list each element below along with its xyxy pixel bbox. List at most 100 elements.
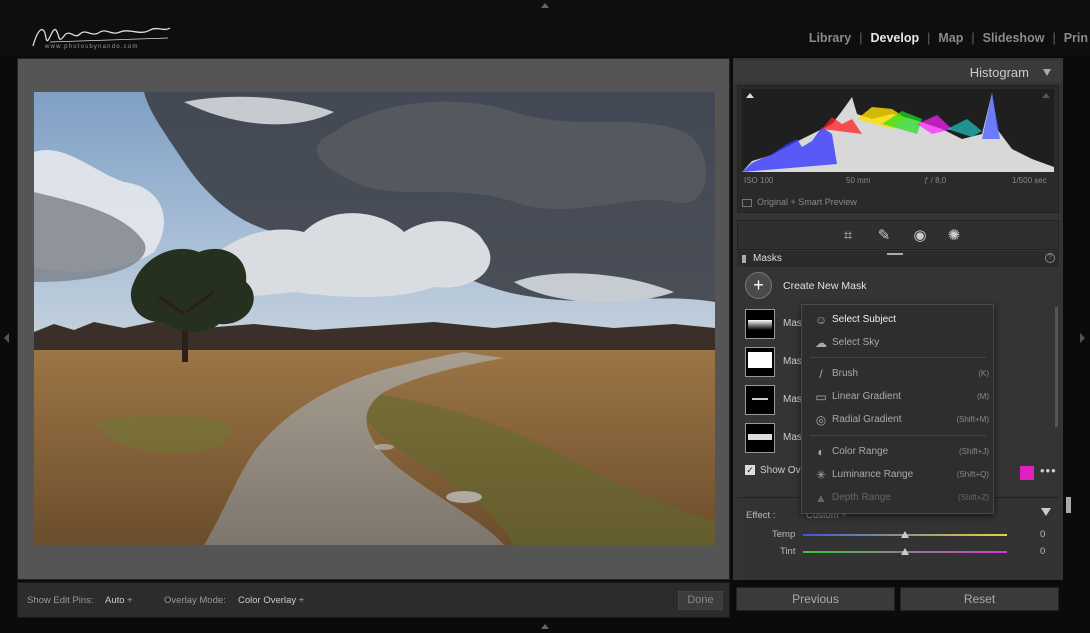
- menu-item-shortcut: (Shift+J): [958, 447, 989, 456]
- healing-icon[interactable]: ✎: [875, 227, 893, 245]
- lightroom-window: www.photosbynando.com Library | Develop …: [0, 0, 1090, 633]
- masking-icon[interactable]: ✺: [945, 227, 963, 245]
- person-icon: ☺: [814, 313, 828, 327]
- collapse-top-icon[interactable]: [541, 3, 549, 8]
- shutter-speed: 1/500 sec: [1012, 176, 1047, 185]
- brush-icon: /: [819, 367, 823, 381]
- reset-button[interactable]: Reset: [900, 587, 1059, 611]
- tint-slider-thumb[interactable]: [901, 548, 909, 555]
- module-slideshow[interactable]: Slideshow: [975, 31, 1053, 47]
- menu-item-select-sky[interactable]: ☁ Select Sky: [802, 333, 993, 353]
- menu-item-label: Color Range: [832, 446, 889, 457]
- panel-scrollbar-thumb[interactable]: [1066, 497, 1071, 513]
- done-button[interactable]: Done: [678, 591, 723, 610]
- menu-item-shortcut: (K): [978, 369, 989, 378]
- histogram-header[interactable]: Histogram: [733, 60, 1063, 82]
- add-mask-icon[interactable]: +: [745, 272, 772, 299]
- color-range-icon: ◐: [817, 445, 825, 459]
- menu-item-shortcut: (Shift+M): [956, 415, 989, 424]
- module-picker: Library | Develop | Map | Slideshow | Pr…: [801, 31, 1090, 47]
- menu-item-brush[interactable]: / Brush (K): [802, 364, 993, 384]
- panel-collapse-icon[interactable]: [1043, 69, 1051, 76]
- collapse-left-icon[interactable]: [4, 333, 9, 343]
- show-overlay-toggle[interactable]: ✓ Show Ove: [745, 465, 806, 476]
- mask-label[interactable]: Mas: [783, 356, 802, 367]
- menu-item-label: Select Subject: [832, 314, 896, 325]
- iso-value: ISO 100: [744, 176, 774, 185]
- menu-item-shortcut: (M): [977, 392, 989, 401]
- module-map[interactable]: Map: [930, 31, 971, 47]
- mask-label[interactable]: Mas: [783, 318, 802, 329]
- tint-label: Tint: [780, 546, 796, 557]
- photo-landscape[interactable]: [34, 92, 715, 545]
- histogram-title: Histogram: [969, 65, 1029, 80]
- linear-gradient-icon: ▭: [815, 390, 827, 404]
- temp-value[interactable]: 0: [1040, 529, 1045, 540]
- mask-label[interactable]: Mas: [783, 394, 802, 405]
- create-mask-menu: ☺ Select Subject ☁ Select Sky / Brush (K…: [801, 304, 994, 514]
- exif-info: ISO 100 50 mm ƒ / 8,0 1/500 sec: [742, 176, 1054, 188]
- menu-item-label: Radial Gradient: [832, 414, 902, 425]
- temp-slider-thumb[interactable]: [901, 531, 909, 538]
- menu-item-select-subject[interactable]: ☺ Select Subject: [802, 310, 993, 330]
- edit-pins-select[interactable]: Auto ÷: [105, 595, 132, 606]
- shadow-clipping-icon[interactable]: [746, 93, 754, 98]
- checkbox-checked-icon[interactable]: ✓: [745, 465, 755, 476]
- aperture-value: ƒ / 8,0: [924, 176, 947, 185]
- menu-item-label: Linear Gradient: [832, 391, 901, 402]
- menu-divider: [810, 357, 986, 358]
- logo-url: www.photosbynando.com: [45, 44, 139, 50]
- mask-thumbnail[interactable]: [745, 385, 775, 415]
- menu-item-label: Select Sky: [832, 337, 880, 348]
- more-options-icon[interactable]: •••: [1040, 463, 1057, 478]
- menu-item-label: Brush: [832, 368, 859, 379]
- edit-pins-label: Show Edit Pins:: [27, 595, 94, 606]
- focal-length: 50 mm: [846, 176, 871, 185]
- mask-thumbnail[interactable]: [745, 309, 775, 339]
- menu-item-depth-range[interactable]: ▲ Depth Range (Shift+Z): [802, 488, 993, 508]
- preview-status: Original + Smart Preview: [742, 197, 1054, 207]
- module-library[interactable]: Library: [801, 31, 859, 47]
- show-overlay-label: Show Ove: [760, 465, 807, 476]
- mask-thumbnail[interactable]: [745, 347, 775, 377]
- effect-label: Effect :: [746, 510, 776, 521]
- menu-divider: [810, 435, 986, 436]
- create-new-mask-label[interactable]: Create New Mask: [783, 280, 866, 292]
- module-develop[interactable]: Develop: [862, 31, 927, 47]
- module-print[interactable]: Prin: [1056, 31, 1090, 47]
- effect-collapse-icon[interactable]: [1041, 508, 1051, 516]
- menu-item-label: Luminance Range: [832, 469, 914, 480]
- masks-header: Masks ?: [737, 251, 1059, 267]
- depth-range-icon: ▲: [815, 491, 827, 505]
- highlight-clipping-icon[interactable]: [1042, 93, 1050, 98]
- help-icon[interactable]: ?: [1045, 253, 1055, 263]
- luminance-range-icon: ✳: [815, 468, 827, 482]
- histogram-graph[interactable]: [742, 89, 1054, 172]
- create-mask-row[interactable]: + Create New Mask: [745, 272, 1045, 300]
- red-eye-icon[interactable]: ◉: [911, 227, 929, 245]
- crop-icon[interactable]: ⌗: [839, 227, 857, 245]
- mask-label[interactable]: Mas: [783, 432, 802, 443]
- collapse-right-icon[interactable]: [1080, 333, 1085, 343]
- panel-handle-icon: [742, 255, 746, 263]
- temp-label: Temp: [772, 529, 796, 540]
- menu-item-color-range[interactable]: ◐ Color Range (Shift+J): [802, 442, 993, 462]
- overlay-mode-label: Overlay Mode:: [164, 595, 226, 606]
- mask-thumbnail[interactable]: [745, 423, 775, 453]
- masks-scrollbar[interactable]: [1055, 307, 1058, 427]
- menu-item-shortcut: (Shift+Z): [958, 493, 989, 502]
- drag-handle-icon[interactable]: [887, 253, 903, 255]
- overlay-mode-select[interactable]: Color Overlay ÷: [238, 595, 304, 606]
- overlay-color-swatch[interactable]: [1020, 466, 1034, 480]
- menu-item-linear-gradient[interactable]: ▭ Linear Gradient (M): [802, 387, 993, 407]
- menu-item-label: Depth Range: [832, 492, 891, 503]
- menu-item-luminance-range[interactable]: ✳ Luminance Range (Shift+Q): [802, 465, 993, 485]
- masks-title: Masks: [753, 253, 782, 264]
- tint-value[interactable]: 0: [1040, 546, 1045, 557]
- collapse-bottom-icon[interactable]: [541, 624, 549, 629]
- sky-icon: ☁: [815, 336, 827, 350]
- menu-item-radial-gradient[interactable]: ◎ Radial Gradient (Shift+M): [802, 410, 993, 430]
- previous-button[interactable]: Previous: [736, 587, 895, 611]
- tool-strip: ⌗ ✎ ◉ ✺: [737, 220, 1059, 250]
- edit-toolbar: Show Edit Pins: Auto ÷ Overlay Mode: Col…: [17, 582, 730, 618]
